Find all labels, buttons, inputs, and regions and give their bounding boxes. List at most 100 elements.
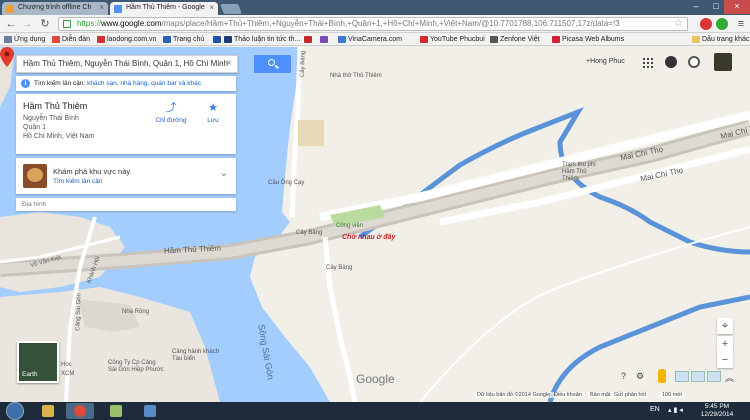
- bookmark-vinacamera[interactable]: VinaCamera.com: [338, 35, 402, 44]
- place-address-line-1: Nguyễn Thái Bình: [23, 115, 79, 122]
- bookmarks-bar: Ứng dụng Diễn đàn laodong.com.vn Trang c…: [0, 33, 750, 46]
- taskbar-chrome[interactable]: [66, 403, 94, 419]
- settings-gear-icon[interactable]: ⚙: [636, 371, 644, 382]
- nearby-search-bar[interactable]: i Tìm kiếm lân cận: khách sạn, nhà hàng,…: [16, 76, 236, 91]
- tray-icons[interactable]: ▴ ▮ ◂: [668, 406, 683, 414]
- bookmark-label: VinaCamera.com: [348, 36, 402, 43]
- bookmark-forum[interactable]: Diễn đàn: [52, 35, 90, 44]
- label-cong-vien: Công viên: [336, 223, 364, 229]
- bookmark-apps[interactable]: Ứng dụng: [4, 35, 45, 44]
- folder-icon: [42, 405, 54, 417]
- map-footer: Dữ liệu bản đồ ©2014 Google Điều khoản B…: [0, 390, 750, 402]
- share-icon[interactable]: [688, 56, 700, 68]
- chevron-down-icon[interactable]: ⌄: [220, 168, 228, 179]
- tab-close-icon[interactable]: ×: [99, 3, 104, 12]
- chrome-icon: [74, 405, 86, 417]
- zoom-out-button[interactable]: −: [717, 352, 733, 368]
- layer-thumbnail-icon[interactable]: [675, 371, 689, 382]
- clock-time: 5:45 PM: [704, 403, 730, 410]
- tab-close-icon[interactable]: ×: [209, 3, 214, 12]
- label-cay-bang-2: Cây Bàng: [296, 230, 323, 236]
- back-icon[interactable]: ←: [4, 17, 18, 31]
- extension-red-icon[interactable]: [700, 18, 712, 30]
- taskbar-app-2[interactable]: [136, 403, 164, 419]
- directions-icon: ⤴: [165, 102, 177, 114]
- menu-icon[interactable]: ≡: [734, 17, 748, 31]
- pegman-icon[interactable]: [658, 369, 666, 383]
- app-icon: [144, 405, 156, 417]
- label-cau-ong-cay: Cầu Ông Cạy: [268, 180, 305, 186]
- zoom-in-button[interactable]: +: [717, 336, 733, 352]
- avatar[interactable]: [714, 53, 732, 71]
- explore-thumbnail: [23, 164, 47, 188]
- language-indicator[interactable]: EN: [650, 406, 660, 413]
- bookmark-label: Trang chủ: [173, 36, 205, 43]
- meeting-annotation: Chờ nhau ở đây: [342, 234, 396, 241]
- bookmark-label: Zenfone Việt: [500, 36, 540, 43]
- bookmark-label: Dấu trang khác: [702, 36, 750, 43]
- picasa-icon: [552, 36, 560, 43]
- bookmark-home[interactable]: Trang chủ: [163, 35, 204, 44]
- directions-button[interactable]: ⤴ Chỉ đường: [151, 102, 191, 124]
- my-location-icon[interactable]: ⌖: [717, 318, 733, 334]
- bookmark-favicon-icon: [338, 36, 346, 43]
- bookmark-other[interactable]: Dấu trang khác: [692, 35, 749, 44]
- search-input[interactable]: Hầm Thủ Thiêm, Nguyễn Thái Bình, Quận 1,…: [16, 55, 238, 73]
- tab-title: Hầm Thủ Thiêm - Google: [126, 4, 205, 11]
- taskbar-explorer[interactable]: [34, 403, 62, 419]
- search-icon: [268, 59, 275, 66]
- start-button[interactable]: [6, 402, 24, 420]
- minimize-icon[interactable]: –: [686, 0, 706, 14]
- taskbar-clock[interactable]: 5:45 PM 12/29/2014: [695, 403, 739, 419]
- save-button[interactable]: ★ Lưu: [193, 102, 233, 124]
- close-window-icon[interactable]: ×: [724, 0, 750, 14]
- new-tab-button[interactable]: [220, 4, 242, 14]
- layer-thumbnail-icon[interactable]: [691, 371, 705, 382]
- taskbar-app-1[interactable]: [102, 403, 130, 419]
- label-nha-rong: Nhà Rồng: [122, 309, 150, 315]
- label-cty-cang: Công Ty Cp Cảng Sài Gòn Hiệp Phước: [108, 360, 164, 373]
- reload-icon[interactable]: ↻: [38, 17, 52, 31]
- label-nha-tho: Nhà thờ Thủ Thiêm: [330, 73, 382, 79]
- map-data-credit: Dữ liệu bản đồ ©2014 Google: [475, 392, 553, 398]
- location-pin-icon[interactable]: [0, 47, 14, 67]
- browser-tab-2[interactable]: Hầm Thủ Thiêm - Google ×: [110, 2, 218, 15]
- bookmark-label: Ứng dụng: [14, 36, 46, 43]
- address-bar[interactable]: https://www.google.com/maps/place/Hầm+Th…: [58, 17, 688, 31]
- label-cang-khach: Cảng hành khách Tàu biển: [172, 349, 220, 362]
- folder-icon: [692, 36, 700, 43]
- bookmark-youtube[interactable]: YouTube Phucbui: [420, 35, 485, 44]
- help-icon[interactable]: ?: [621, 371, 626, 381]
- notifications-icon[interactable]: [665, 56, 677, 68]
- bookmark-zenfone[interactable]: Zenfone Việt: [490, 35, 540, 44]
- browser-tabstrip: Chương trình offline Ch × Hầm Thủ Thiêm …: [0, 0, 750, 15]
- explore-link[interactable]: Tìm kiếm lân cận: [53, 178, 103, 185]
- expand-chevron-icon[interactable]: ︽: [725, 371, 734, 384]
- explore-panel[interactable]: Khám phá khu vực này Tìm kiếm lân cận ⌄: [16, 158, 236, 194]
- bookmark-laodong[interactable]: laodong.com.vn: [97, 35, 156, 44]
- maps-search: Hầm Thủ Thiêm, Nguyễn Thái Bình, Quận 1,…: [16, 55, 291, 73]
- extension-green-icon[interactable]: [716, 18, 728, 30]
- terms-link[interactable]: Điều khoản: [552, 392, 584, 398]
- nearby-links[interactable]: khách sạn, nhà hàng, quán bar và khác: [87, 80, 201, 87]
- bookmark-star-icon[interactable]: ☆: [674, 18, 683, 30]
- terrain-toggle[interactable]: Địa hình: [16, 198, 236, 211]
- maximize-icon[interactable]: □: [706, 0, 726, 14]
- feedback-link[interactable]: Gửi phản hồi: [612, 392, 648, 398]
- label-tram-thu-phi: Trạm thu phí Hầm Thủ Thiêm: [562, 162, 596, 182]
- earth-view-toggle[interactable]: Earth: [17, 341, 59, 383]
- privacy-link[interactable]: Bảo mật: [588, 392, 613, 398]
- bookmark-news[interactable]: Thảo luận tin tức th...: [224, 35, 300, 44]
- google-plus-link[interactable]: +Hong Phuc: [586, 58, 625, 65]
- clear-search-icon[interactable]: ×: [226, 56, 232, 72]
- bookmark-favicon-icon: [304, 36, 312, 43]
- nearby-prefix: Tìm kiếm lân cận:: [34, 80, 86, 87]
- forward-icon[interactable]: →: [20, 17, 34, 31]
- search-button[interactable]: [254, 55, 291, 73]
- info-icon: i: [21, 79, 30, 88]
- bookmark-label: laodong.com.vn: [107, 36, 157, 43]
- browser-tab-1[interactable]: Chương trình offline Ch ×: [2, 2, 108, 15]
- layer-thumbnail-icon[interactable]: [707, 371, 721, 382]
- bookmark-picasa[interactable]: Picasa Web Albums: [552, 35, 624, 44]
- apps-grid-icon[interactable]: [643, 58, 653, 68]
